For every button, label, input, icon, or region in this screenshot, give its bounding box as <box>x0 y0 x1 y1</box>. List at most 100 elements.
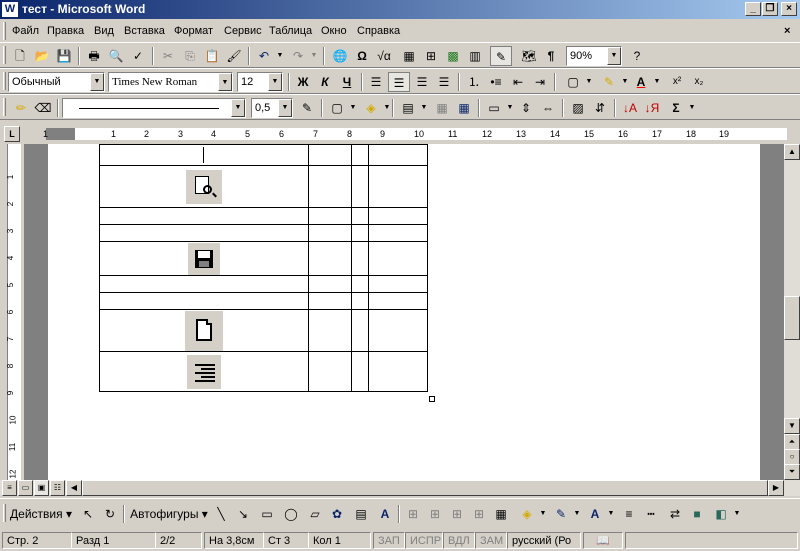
insert-wordart-icon[interactable]: A <box>374 504 396 524</box>
actions-menu-button[interactable]: Действия ▾ <box>9 504 73 524</box>
table-cell[interactable] <box>308 292 352 310</box>
next-page-icon[interactable]: ⏷ <box>784 464 800 480</box>
align-right-icon[interactable]: ☰ <box>411 72 433 92</box>
text-box-icon[interactable]: ▱ <box>304 504 326 524</box>
spelling-icon[interactable]: ✓ <box>127 46 149 66</box>
font-color-icon[interactable]: A <box>630 72 652 92</box>
scroll-thumb[interactable] <box>784 296 800 340</box>
insert-table-icon[interactable]: ▤ <box>397 98 419 118</box>
fill-color-icon[interactable]: ◈ <box>516 504 538 524</box>
print-preview-icon[interactable]: 🔍 <box>105 46 127 66</box>
table-cell[interactable] <box>368 207 428 225</box>
table-cell[interactable] <box>351 351 369 392</box>
restore-button[interactable]: ❐ <box>762 2 778 16</box>
table-cell[interactable] <box>308 224 352 242</box>
chevron-down-icon[interactable]: ▼ <box>268 73 282 91</box>
status-trk[interactable]: ИСПР <box>405 532 443 549</box>
table-cell[interactable] <box>99 292 309 310</box>
menu-help[interactable]: Справка <box>357 24 400 39</box>
table-cell[interactable] <box>308 207 352 225</box>
underline-button[interactable]: Ч <box>336 72 358 92</box>
copy-icon[interactable]: ⎘ <box>179 46 201 66</box>
cut-icon[interactable]: ✂ <box>157 46 179 66</box>
decrease-indent-icon[interactable]: ⇤ <box>507 72 529 92</box>
grid-icon[interactable]: ▦ <box>490 504 512 524</box>
zoom-select[interactable]: 90% ▼ <box>566 46 622 66</box>
close-button[interactable]: × <box>781 2 797 16</box>
document-map-icon[interactable]: 🗺 <box>518 46 540 66</box>
border-color-icon[interactable]: ✎ <box>296 98 318 118</box>
horizontal-scrollbar[interactable]: ≡ ▭ ▣ ☷ ◀ ▶ <box>0 480 800 496</box>
cell-align-dropdown-icon[interactable]: ▼ <box>505 98 515 118</box>
oval-tool-icon[interactable]: ◯ <box>280 504 302 524</box>
style-select[interactable]: Обычный ▼ <box>8 72 105 92</box>
highlight-icon[interactable]: ✎ <box>598 72 620 92</box>
line-tool-icon[interactable]: ╲ <box>210 504 232 524</box>
numbering-icon[interactable]: ⒈ <box>463 72 485 92</box>
web-view-icon[interactable]: ▭ <box>18 480 33 496</box>
document-area[interactable] <box>24 144 784 480</box>
table-cell[interactable] <box>351 144 369 166</box>
paste-icon[interactable]: 📋 <box>201 46 223 66</box>
text-direction-icon[interactable]: ⇵ <box>589 98 611 118</box>
draw-table-pencil-icon[interactable]: ✏ <box>10 98 32 118</box>
table-cell[interactable] <box>351 275 369 293</box>
shadow-style-icon[interactable]: ■ <box>686 504 708 524</box>
shadow-disabled-icon[interactable]: ⊞ <box>402 504 424 524</box>
free-rotate-icon[interactable]: ↻ <box>99 504 121 524</box>
spelling-status-icon[interactable]: 📖 <box>583 532 623 549</box>
fill-color-dropdown-icon[interactable]: ▼ <box>538 504 548 524</box>
toolbar-grip[interactable] <box>3 46 6 64</box>
menu-file[interactable]: Файл <box>12 24 39 39</box>
table-cell[interactable] <box>308 165 352 208</box>
table-cell[interactable] <box>368 275 428 293</box>
line-color-icon[interactable]: ✎ <box>550 504 572 524</box>
merge-cells-icon[interactable]: ▦ <box>431 98 453 118</box>
table-cell[interactable] <box>99 144 309 166</box>
font-color-icon[interactable]: A <box>584 504 606 524</box>
table-cell[interactable] <box>368 241 428 276</box>
line-style-icon[interactable]: ≡ <box>618 504 640 524</box>
table-cell[interactable] <box>308 351 352 392</box>
table-cell[interactable] <box>368 224 428 242</box>
sort-ascending-icon[interactable]: ↓A <box>619 98 641 118</box>
menu-format[interactable]: Формат <box>174 24 213 39</box>
table-cell[interactable] <box>351 292 369 310</box>
table-cell[interactable] <box>99 224 309 242</box>
select-objects-icon[interactable]: ↖ <box>77 504 99 524</box>
font-size-select[interactable]: 12 ▼ <box>237 72 283 92</box>
status-rec[interactable]: ЗАП <box>373 532 405 549</box>
sort-descending-icon[interactable]: ↓Я <box>641 98 663 118</box>
undo-dropdown-icon[interactable]: ▼ <box>275 46 285 66</box>
scroll-down-icon[interactable]: ▼ <box>784 418 800 434</box>
chevron-down-icon[interactable]: ▼ <box>90 73 104 91</box>
wordart-icon[interactable]: ✿ <box>326 504 348 524</box>
shading-color-icon[interactable]: ◈ <box>360 98 382 118</box>
line-style-select[interactable]: ▼ <box>62 98 246 118</box>
table-cell[interactable] <box>308 241 352 276</box>
distribute-disabled-icon[interactable]: ⊞ <box>468 504 490 524</box>
drawing-toggle-icon[interactable]: ✎ <box>490 46 512 66</box>
bullets-icon[interactable]: •≡ <box>485 72 507 92</box>
undo-icon[interactable]: ↶ <box>253 46 275 66</box>
help-icon[interactable]: ? <box>626 46 648 66</box>
table-cell[interactable] <box>99 351 309 392</box>
select-browse-object-icon[interactable]: ○ <box>784 449 800 465</box>
vertical-ruler[interactable]: 1 2 3 4 5 6 7 8 9 10 11 12 <box>4 144 24 480</box>
equation-icon[interactable]: √α <box>373 46 395 66</box>
status-ovr[interactable]: ЗАМ <box>475 532 507 549</box>
document-table[interactable] <box>99 144 428 392</box>
toolbar-grip[interactable] <box>3 98 6 116</box>
font-color-dropdown-icon[interactable]: ▼ <box>606 504 616 524</box>
highlight-dropdown-icon[interactable]: ▼ <box>620 72 630 92</box>
menu-edit[interactable]: Правка <box>47 24 84 39</box>
font-select[interactable]: Times New Roman ▼ <box>108 72 233 92</box>
status-ext[interactable]: ВДЛ <box>443 532 475 549</box>
menu-tools[interactable]: Сервис <box>224 24 262 39</box>
table-cell[interactable] <box>368 292 428 310</box>
hyperlink-icon[interactable]: 🌐 <box>329 46 351 66</box>
split-cells-icon[interactable]: ▦ <box>453 98 475 118</box>
table-cell[interactable] <box>368 351 428 392</box>
chevron-down-icon[interactable]: ▼ <box>231 99 245 117</box>
insert-table-icon[interactable]: ⊞ <box>420 46 442 66</box>
